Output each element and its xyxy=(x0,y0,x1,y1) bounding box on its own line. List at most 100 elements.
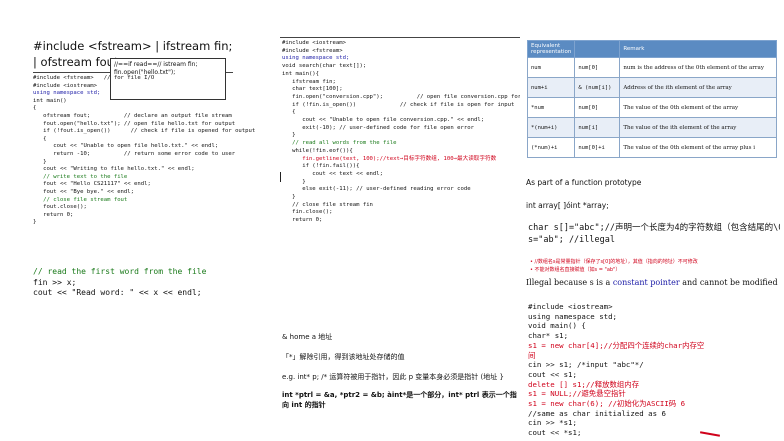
code-line: cout << "Unable to open file conversion.… xyxy=(282,117,485,124)
note-pointer-init: int *ptrl = &a, *ptr2 = &b; àint*是一个部分，i… xyxy=(282,391,517,409)
bullet-text: 不能对数组名直接赋值（如s = "ab"） xyxy=(534,267,621,273)
table-row: num+i & (num[i]) Address of the ith elem… xyxy=(526,77,777,98)
code-block-read-file: #include <iostream> #include <fstream> u… xyxy=(282,40,520,225)
note-dereference: 「*」解除引用，得到该地址处存储的值 xyxy=(282,353,405,361)
code-line: void search(char text[]); xyxy=(282,63,367,70)
dynamic-alloc-code: #include <iostream> using namespace std;… xyxy=(528,302,704,438)
code-line: } xyxy=(282,194,296,201)
prototype-code: int array[ ]óint *array; xyxy=(526,201,609,210)
bullet-item: • 不能对数组名直接赋值（如s = "ab"） xyxy=(530,267,621,273)
prototype-label: As part of a function prototype xyxy=(526,178,642,187)
code-line: cout << "Writing to file hello.txt." << … xyxy=(33,166,195,173)
code-line: char text[100]; xyxy=(282,86,343,93)
column-3: Equivalent representation Remark num num… xyxy=(522,0,784,441)
code-line: using namespace std; xyxy=(528,311,617,321)
note-pointer-declare: e.g. int* p; /* 运算符被用于指针，因此 p 变量本身必须是指针 … xyxy=(282,373,504,381)
table-cell: & (num[i]) xyxy=(574,77,621,98)
code-line: if (!fin.is_open()) // check if file is … xyxy=(282,101,515,108)
table-cell: The value of the ith element of the arra… xyxy=(619,117,777,138)
explanation-part: and cannot be modified xyxy=(679,278,778,287)
code-line: // close file stream fin xyxy=(282,201,373,208)
table-cell: num+i xyxy=(526,77,576,98)
code-line: // read the first word from the file xyxy=(33,267,207,276)
code-line: #include <fstream> // for file I/O xyxy=(33,75,155,81)
table-cell: num[0] xyxy=(574,97,621,118)
code-line: fin.getline(text, 100);//text→目标字符数组, 10… xyxy=(282,155,497,162)
code-line: s1 = new char(6); //初始化为ASCII码 6 xyxy=(528,399,686,409)
code-line: int main() xyxy=(33,97,67,104)
table-row: *(num+i) num[i] The value of the ith ele… xyxy=(526,117,777,138)
code-line: cout << "Unable to open file hello.txt."… xyxy=(33,143,219,150)
code-line: s="ab"; //illegal xyxy=(528,235,615,245)
code-line: return 0; xyxy=(33,211,74,218)
note-address-of: & home a 地址 xyxy=(282,333,333,341)
code-line: cout << *s1; xyxy=(528,428,582,438)
code-line: if (!fin.fail()){ xyxy=(282,163,360,170)
top-rule xyxy=(280,37,520,38)
code-line: ifstream fin; xyxy=(282,78,336,85)
code-line: int main(){ xyxy=(282,70,320,77)
bullet-item: • //数组名s是常量指针（保存了s[0]的地址），其值（指向的地址）不可修改 xyxy=(530,259,698,265)
table-header xyxy=(574,40,621,58)
table-header-row: Equivalent representation Remark xyxy=(526,40,777,58)
illegal-explanation: Illegal because s is a constant pointer … xyxy=(526,278,778,287)
table-cell: *num xyxy=(526,97,576,118)
code-line: cout << text << endl; xyxy=(282,170,384,177)
code-block-read-word: // read the first word from the file fin… xyxy=(33,267,206,299)
code-line: using namespace std; xyxy=(33,90,101,97)
code-line: } xyxy=(33,158,47,165)
table-cell: num[i] xyxy=(574,117,621,138)
code-line: #include <fstream> xyxy=(282,47,343,54)
code-line: return -10; // return some error code to… xyxy=(33,150,236,157)
table-cell: The value of the 0th element of the arra… xyxy=(619,97,777,118)
code-line: { xyxy=(282,109,296,116)
code-line: fin.open("conversion.cpp"); // open file… xyxy=(282,93,520,100)
code-line: #include <iostream> xyxy=(33,82,97,89)
code-line: char* s1; xyxy=(528,331,569,341)
code-line: return 0; xyxy=(282,217,323,224)
table-row: (*num)+i num[0]+i The value of the 0th e… xyxy=(526,137,777,158)
code-block-write-file: #include <fstream> // for file I/O #incl… xyxy=(33,75,255,227)
code-line: cin >> *s1; xyxy=(528,418,577,428)
code-line: cout << s1; xyxy=(528,369,577,379)
code-line: else exit(-11); // user-defined reading … xyxy=(282,186,471,193)
pointer-notes: & home a 地址 「*」解除引用，得到该地址处存储的值 e.g. int*… xyxy=(282,332,518,410)
table-cell: num[0] xyxy=(574,57,621,78)
code-line: } xyxy=(282,132,296,139)
code-line: fin >> x; xyxy=(33,277,77,287)
table-header: Remark xyxy=(619,40,777,58)
table-cell: Address of the ith element of the array xyxy=(619,77,777,98)
code-line: fout << "Hello CS21117" << endl; xyxy=(33,181,151,188)
column-1: #include <fstream> | ifstream fin; | ofs… xyxy=(0,0,262,441)
code-line: //same as char initialized as 6 xyxy=(528,408,666,418)
code-line: { xyxy=(33,105,37,112)
code-line: } xyxy=(33,219,37,226)
code-line: exit(-10); // user-defined code for file… xyxy=(282,124,474,131)
code-line: if (!fout.is_open()) // check if file is… xyxy=(33,128,256,135)
code-line: char s[]="abc";//声明一个长度为4的字符数组（包含结尾的\0） xyxy=(528,223,780,233)
code-line: fout.open("hello.txt"); // open file hel… xyxy=(33,120,236,127)
illegal-code-block: char s[]="abc";//声明一个长度为4的字符数组（包含结尾的\0） … xyxy=(528,222,780,246)
code-line: fout.close(); xyxy=(33,204,87,211)
code-line: } xyxy=(282,178,306,185)
table-cell: *(num+i) xyxy=(526,117,576,138)
table-cell: num xyxy=(526,57,576,78)
code-line: fin.close(); xyxy=(282,209,333,216)
code-line: s1 = NULL;//避免悬空指针 xyxy=(528,389,626,399)
bullet-text: //数组名s是常量指针（保存了s[0]的地址），其值（指向的地址）不可修改 xyxy=(534,259,698,265)
table-cell: num is the address of the 0th element of… xyxy=(619,57,777,78)
code-line: cin >> s1; /*input "abc"*/ xyxy=(528,360,644,370)
code-line: while(!fin.eof()){ xyxy=(282,147,353,154)
code-line: // write text to the file xyxy=(33,173,128,180)
annotation-line-1: //==if read==// istream fin; xyxy=(114,61,198,68)
column-2: #include <iostream> #include <fstream> u… xyxy=(262,0,522,441)
code-line: // close file stream fout xyxy=(33,196,128,203)
code-line: fout << "Bye bye." << endl; xyxy=(33,188,135,195)
explanation-part: Illegal because s is a xyxy=(526,278,613,287)
array-name-bullets: • //数组名s是常量指针（保存了s[0]的地址），其值（指向的地址）不可修改 … xyxy=(530,258,780,274)
code-line: ofstream fout; // declare an output file… xyxy=(33,112,232,119)
code-line: #include <iostream> xyxy=(282,40,346,46)
table-cell: (*num)+i xyxy=(526,137,576,158)
table-cell: The value of the 0th element of the arra… xyxy=(619,137,777,158)
table-row: *num num[0] The value of the 0th element… xyxy=(526,97,777,118)
